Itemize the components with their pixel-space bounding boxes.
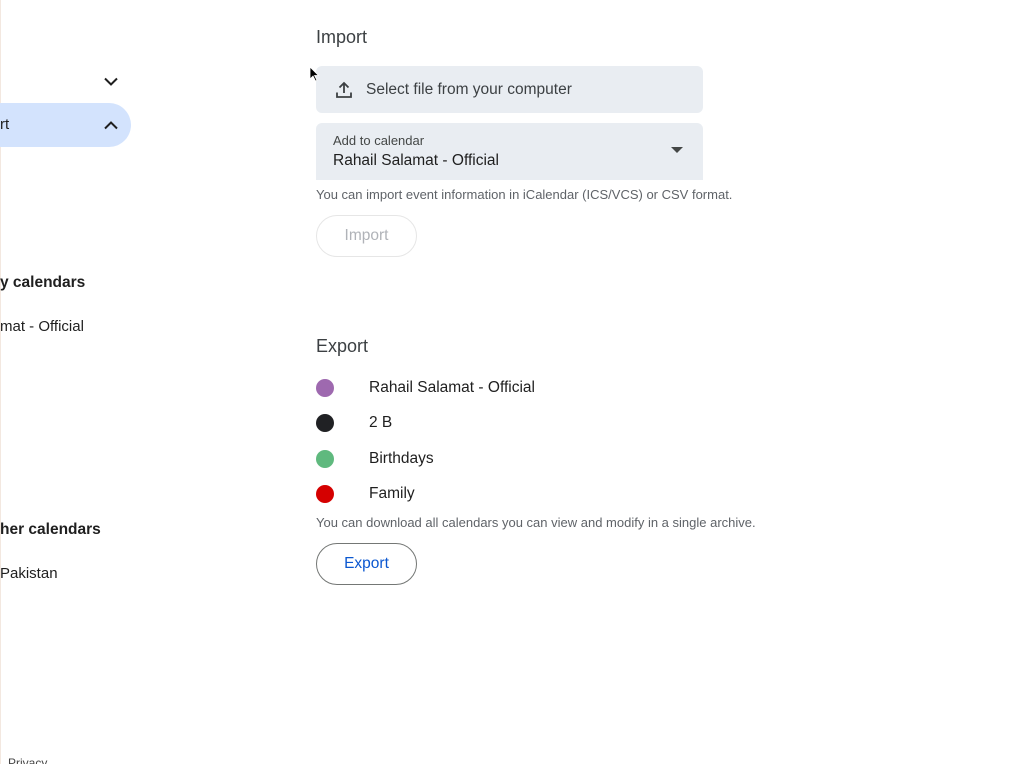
- chevron-down-icon[interactable]: [99, 69, 123, 93]
- privacy-link[interactable]: Privacy: [8, 756, 47, 764]
- select-caption: Add to calendar: [333, 133, 425, 148]
- other-calendars-heading: her calendars: [0, 521, 101, 538]
- sidebar-item-import-export[interactable]: rt: [0, 103, 131, 147]
- import-help-text: You can import event information in iCal…: [316, 187, 733, 202]
- import-heading: Import: [316, 27, 368, 47]
- sidebar-item-calendar[interactable]: Pakistan: [0, 565, 58, 582]
- export-help-text: You can download all calendars you can v…: [316, 515, 756, 530]
- calendar-name: Rahail Salamat - Official: [369, 379, 535, 396]
- sidebar-item-calendar[interactable]: mat - Official: [0, 318, 84, 335]
- export-heading: Export: [316, 336, 369, 356]
- export-calendar-row: 2 B: [316, 411, 392, 435]
- import-button[interactable]: Import: [316, 215, 417, 257]
- dropdown-arrow-icon: [671, 147, 683, 153]
- sidebar-item-label: rt: [0, 116, 10, 133]
- add-to-calendar-select[interactable]: Add to calendar Rahail Salamat - Officia…: [316, 123, 703, 180]
- calendar-color-dot: [316, 379, 334, 397]
- select-file-label: Select file from your computer: [366, 80, 572, 98]
- export-button[interactable]: Export: [316, 543, 417, 585]
- calendar-color-dot: [316, 414, 334, 432]
- sidebar: rt y calendars mat - Official her calend…: [0, 0, 140, 764]
- export-calendar-row: Rahail Salamat - Official: [316, 376, 535, 400]
- mouse-cursor-icon: [309, 66, 320, 87]
- calendar-name: 2 B: [369, 414, 393, 431]
- import-export-panel: Import Select file from your computer Ad…: [316, 0, 1016, 764]
- export-calendar-row: Family: [316, 482, 415, 506]
- export-calendar-row: Birthdays: [316, 447, 434, 471]
- calendar-color-dot: [316, 485, 334, 503]
- calendar-color-dot: [316, 450, 334, 468]
- upload-icon: [334, 80, 354, 100]
- select-file-button[interactable]: Select file from your computer: [316, 66, 703, 113]
- my-calendars-heading: y calendars: [0, 274, 86, 291]
- select-value: Rahail Salamat - Official: [333, 152, 499, 169]
- calendar-name: Family: [369, 485, 415, 502]
- calendar-name: Birthdays: [369, 450, 434, 467]
- chevron-up-icon[interactable]: [99, 113, 123, 137]
